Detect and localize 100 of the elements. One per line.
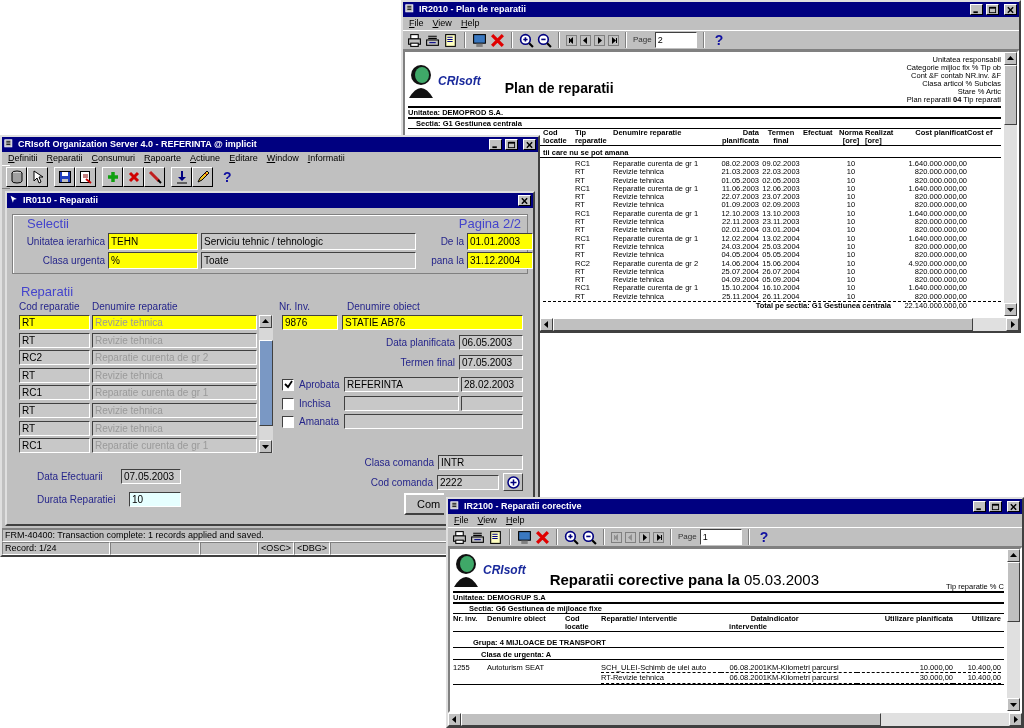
checkbox[interactable] <box>282 397 294 410</box>
save-button[interactable] <box>54 167 75 187</box>
close-button[interactable] <box>523 139 536 150</box>
arrow-down-icon[interactable] <box>1006 305 1015 314</box>
scroll-thumb[interactable] <box>1004 65 1017 125</box>
minimize-button[interactable] <box>973 501 986 512</box>
input-field[interactable]: 9876 <box>282 315 338 330</box>
arrow-right-icon[interactable] <box>1008 320 1017 329</box>
last-page-icon[interactable] <box>608 34 619 46</box>
page-icon[interactable] <box>488 529 503 545</box>
input-field[interactable] <box>344 414 523 429</box>
last-page-icon[interactable] <box>653 531 664 543</box>
menu-item[interactable]: Definitii <box>8 153 38 164</box>
list-cell[interactable]: RT <box>19 332 90 348</box>
menu-item[interactable]: Editare <box>229 153 258 164</box>
scrollbar[interactable] <box>448 713 1022 726</box>
page-icon[interactable] <box>443 32 458 48</box>
checkbox[interactable] <box>282 378 294 391</box>
previous-page-icon[interactable] <box>580 34 591 46</box>
scrollbar[interactable] <box>1004 52 1017 316</box>
zoom-out-icon[interactable] <box>537 32 552 48</box>
scroll-thumb[interactable] <box>461 713 881 726</box>
zoom-in-icon[interactable] <box>564 529 579 545</box>
arrow-up-icon[interactable] <box>1009 551 1018 560</box>
minimize-button[interactable] <box>970 4 983 15</box>
menu-item[interactable]: Informatii <box>307 153 345 164</box>
page-field[interactable]: 1 <box>699 529 742 545</box>
input-field[interactable]: TEHN <box>108 233 198 250</box>
page-field[interactable]: 2 <box>654 32 697 48</box>
database-button[interactable] <box>6 167 27 187</box>
input-field[interactable] <box>344 396 459 411</box>
minimize-button[interactable] <box>489 139 502 150</box>
menu-item[interactable]: Actiune <box>190 153 221 164</box>
scrollbar[interactable] <box>1007 549 1020 711</box>
monitor-icon[interactable] <box>517 529 532 545</box>
list-cell[interactable]: RT <box>19 402 90 418</box>
monitor-icon[interactable] <box>472 32 487 48</box>
menu-item[interactable]: Help <box>460 18 480 29</box>
close-button[interactable] <box>1007 501 1020 512</box>
close-button[interactable] <box>518 195 531 206</box>
arrow-left-icon[interactable] <box>542 320 551 329</box>
scrollbar[interactable] <box>259 315 273 454</box>
arrow-down-icon[interactable] <box>1009 700 1018 709</box>
arrow-up-icon[interactable] <box>1006 54 1015 63</box>
first-page-icon[interactable] <box>566 34 577 46</box>
help-button[interactable]: ? <box>755 529 773 545</box>
arrow-up-icon[interactable] <box>261 317 270 326</box>
input-field[interactable]: Serviciu tehnic / tehnologic <box>201 233 416 250</box>
date-field[interactable] <box>461 396 523 411</box>
date-field[interactable]: 07.05.2003 <box>459 355 523 370</box>
checkbox[interactable] <box>282 415 294 428</box>
date-field[interactable]: 01.01.2003 <box>467 233 533 250</box>
scroll-thumb[interactable] <box>1007 562 1020 622</box>
menu-item[interactable]: View <box>432 18 452 29</box>
date-field[interactable]: 06.05.2003 <box>459 335 523 350</box>
list-cell[interactable]: RC1 <box>19 385 90 401</box>
arrow-right-icon[interactable] <box>1011 715 1020 724</box>
arrow-left-icon[interactable] <box>450 715 459 724</box>
list-cell[interactable]: RC1 <box>19 438 90 454</box>
add-button[interactable] <box>503 473 523 491</box>
add-button[interactable] <box>102 167 123 187</box>
next-page-icon[interactable] <box>639 531 650 543</box>
menu-item[interactable]: Rapoarte <box>144 153 182 164</box>
maximize-button[interactable] <box>986 4 999 15</box>
input-field[interactable]: STATIE AB76 <box>342 315 523 330</box>
help-button[interactable]: ? <box>710 32 728 48</box>
pointer-button[interactable] <box>27 167 48 187</box>
list-cell[interactable]: RT <box>19 367 90 383</box>
menu-item[interactable]: File <box>454 515 469 526</box>
pen-button[interactable] <box>144 167 165 187</box>
input-field[interactable]: Toate <box>201 252 416 269</box>
menu-item[interactable]: Consumuri <box>91 153 136 164</box>
zoom-in-icon[interactable] <box>519 32 534 48</box>
maximize-button[interactable] <box>505 139 518 150</box>
arrow-down-icon[interactable] <box>261 442 270 452</box>
date-field[interactable]: 28.02.2003 <box>461 377 523 392</box>
next-page-icon[interactable] <box>594 34 605 46</box>
download-button[interactable] <box>171 167 192 187</box>
input-field[interactable]: 2222 <box>437 474 499 490</box>
menu-item[interactable]: Window <box>266 153 299 164</box>
list-cell[interactable]: RT <box>19 315 90 330</box>
print-preview-button[interactable] <box>75 167 96 187</box>
input-field[interactable]: 10 <box>129 492 181 508</box>
menu-item[interactable]: File <box>409 18 424 29</box>
list-cell[interactable]: RC2 <box>19 350 90 366</box>
scroll-thumb[interactable] <box>259 340 273 427</box>
menu-item[interactable]: Reparatii <box>46 153 83 164</box>
delete-button[interactable] <box>123 167 144 187</box>
maximize-button[interactable] <box>989 501 1002 512</box>
close-button[interactable] <box>1004 4 1017 15</box>
input-field[interactable]: 07.05.2003 <box>121 469 181 485</box>
list-cell[interactable]: RT <box>19 420 90 436</box>
menu-item[interactable]: Help <box>505 515 525 526</box>
input-field[interactable]: REFERINTA <box>344 377 459 392</box>
menu-item[interactable]: View <box>477 515 497 526</box>
date-field[interactable]: 31.12.2004 <box>467 252 533 269</box>
zoom-out-icon[interactable] <box>582 529 597 545</box>
input-field[interactable]: INTR <box>438 455 523 470</box>
print-icon[interactable] <box>452 529 467 545</box>
edit-button[interactable] <box>192 167 213 187</box>
